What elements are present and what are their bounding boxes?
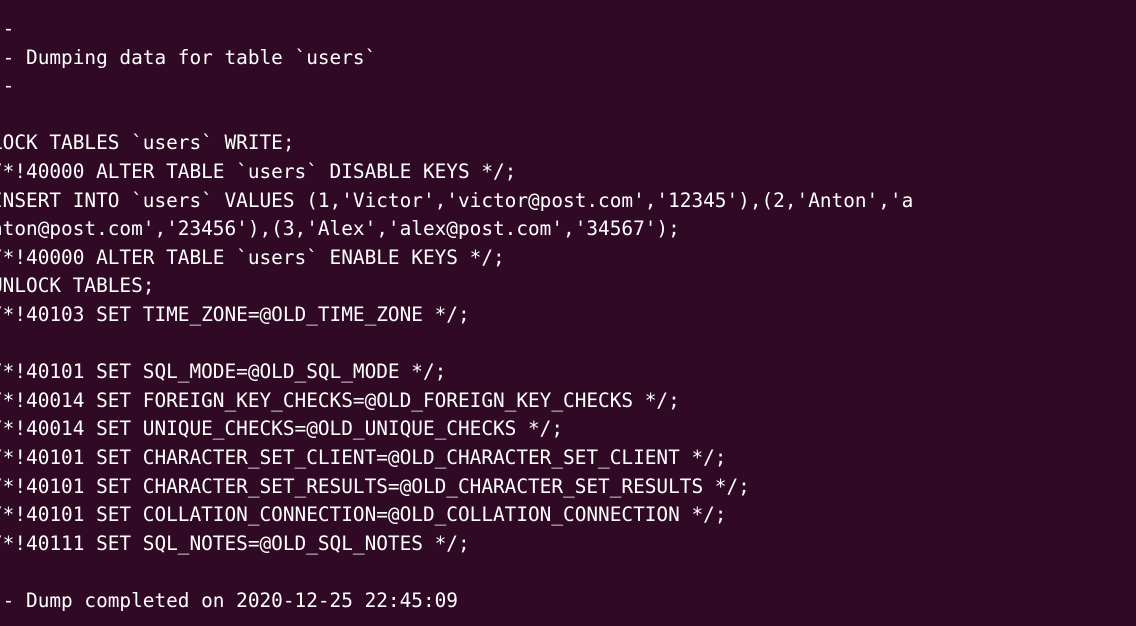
blank-line xyxy=(0,101,913,130)
blank-line xyxy=(0,330,913,359)
sql-line: /*!40014 SET FOREIGN_KEY_CHECKS=@OLD_FOR… xyxy=(0,388,680,412)
terminal-output: -- -- Dumping data for table `users` -- … xyxy=(0,15,913,615)
sql-line: nton@post.com','23456'),(3,'Alex','alex@… xyxy=(0,217,680,241)
sql-line: /*!40014 SET UNIQUE_CHECKS=@OLD_UNIQUE_C… xyxy=(0,417,564,441)
dump-comment-line: -- Dumping data for table `users` xyxy=(0,45,377,69)
sql-line: /*!40000 ALTER TABLE `users` DISABLE KEY… xyxy=(0,159,517,183)
blank-line xyxy=(0,558,913,587)
terminal-window[interactable]: -- -- Dumping data for table `users` -- … xyxy=(0,0,1136,626)
sql-line: INSERT INTO `users` VALUES (1,'Victor','… xyxy=(0,188,914,212)
sql-line: /*!40101 SET CHARACTER_SET_RESULTS=@OLD_… xyxy=(0,474,750,498)
sql-line: /*!40101 SET COLLATION_CONNECTION=@OLD_C… xyxy=(0,503,727,527)
sql-line: UNLOCK TABLES; xyxy=(0,274,155,298)
sql-line: /*!40111 SET SQL_NOTES=@OLD_SQL_NOTES */… xyxy=(0,531,470,555)
dump-comment-line: -- xyxy=(0,17,15,40)
dump-comment-line: -- xyxy=(0,74,15,98)
sql-line: /*!40101 SET SQL_MODE=@OLD_SQL_MODE */; xyxy=(0,360,447,384)
sql-line: /*!40101 SET CHARACTER_SET_CLIENT=@OLD_C… xyxy=(0,445,727,469)
sql-line: /*!40000 ALTER TABLE `users` ENABLE KEYS… xyxy=(0,245,505,269)
dump-completed-line: -- Dump completed on 2020-12-25 22:45:09 xyxy=(0,588,458,612)
sql-line: LOCK TABLES `users` WRITE; xyxy=(0,131,295,155)
sql-line: /*!40103 SET TIME_ZONE=@OLD_TIME_ZONE */… xyxy=(0,302,470,326)
